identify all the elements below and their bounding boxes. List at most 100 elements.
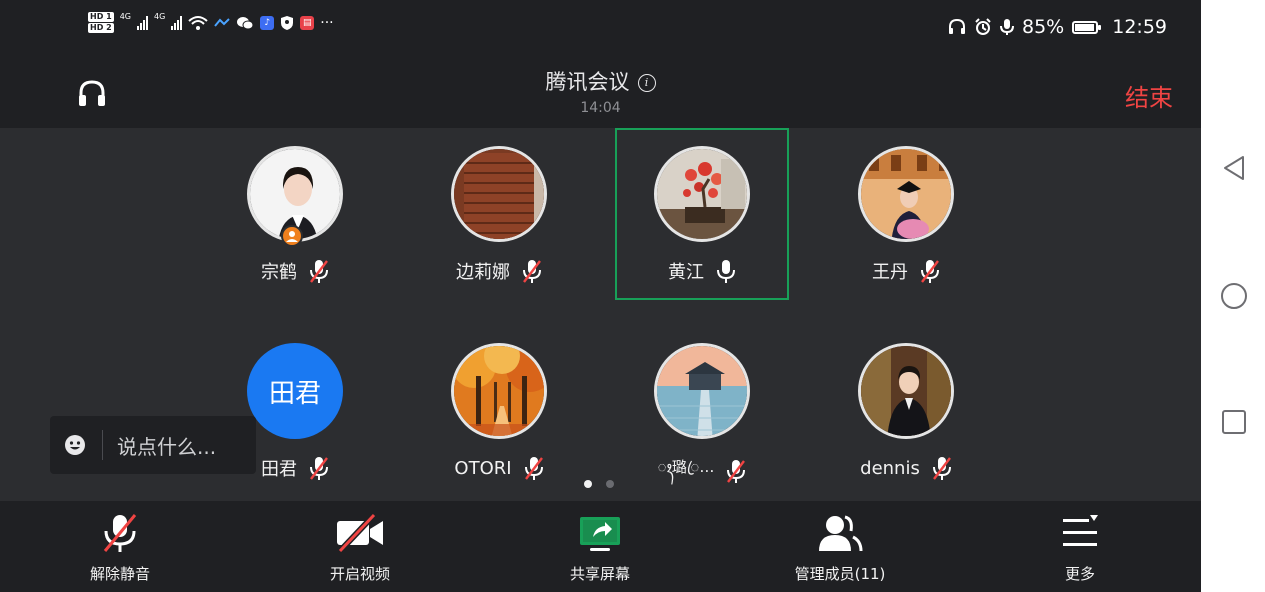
participant-name: ꦃ璐ꦿ… xyxy=(657,458,715,476)
mic-muted-icon xyxy=(921,260,939,283)
meeting-duration: 14:04 xyxy=(580,100,621,116)
network-type-1: 4G xyxy=(119,12,131,21)
start-video-button[interactable]: 开启视频 xyxy=(280,501,440,592)
participant-name: 黄江 xyxy=(668,262,704,283)
mic-muted-icon xyxy=(310,260,328,283)
mic-muted-icon xyxy=(727,459,746,483)
participant-name: 宗鹤 xyxy=(261,262,297,283)
signal-icon xyxy=(136,16,148,30)
participant-tile[interactable]: 宗鹤 xyxy=(208,128,382,300)
participant-name-row: 黄江 xyxy=(615,258,789,284)
status-bar: HD 1 HD 2 4G 4G ♪ ▤ ··· 85% 12:59 xyxy=(0,0,1201,58)
battery-icon xyxy=(1072,20,1102,34)
microphone-icon xyxy=(1000,18,1014,36)
mic-active-icon xyxy=(717,260,735,283)
participant-tile[interactable]: 边莉娜 xyxy=(412,128,586,300)
book-app-icon: ▤ xyxy=(300,16,315,30)
unmute-button[interactable]: 解除静音 xyxy=(40,501,200,592)
top-bar: HD 1 HD 2 4G 4G ♪ ▤ ··· 85% 12:59 腾讯会议 i… xyxy=(0,0,1201,128)
participant-name-row: 王丹 xyxy=(819,258,993,284)
participant-name-row: 宗鹤 xyxy=(208,258,382,284)
unmute-label: 解除静音 xyxy=(89,565,150,583)
autumn-forest-photo xyxy=(454,346,544,436)
participant-tile[interactable]: dennis xyxy=(819,325,993,497)
participant-name-row: 边莉娜 xyxy=(412,258,586,284)
system-nav-bar xyxy=(1201,0,1265,592)
share-screen-label: 共享屏幕 xyxy=(569,565,630,583)
page-indicator[interactable] xyxy=(584,480,614,488)
share-screen-button[interactable]: 共享屏幕 xyxy=(520,501,680,592)
music-app-icon: ♪ xyxy=(260,16,275,30)
status-right: 85% 12:59 xyxy=(948,16,1167,38)
manage-members-label: 管理成员(11) xyxy=(794,565,886,583)
participant-name: 田君 xyxy=(261,459,297,480)
alarm-icon xyxy=(974,18,992,36)
participant-name-row: ꦃ璐ꦿ… xyxy=(615,455,789,486)
nav-recents-button[interactable] xyxy=(1219,407,1249,437)
avatar xyxy=(451,146,547,242)
participant-name-row: dennis xyxy=(819,455,993,481)
video-off-icon xyxy=(337,512,383,554)
start-video-label: 开启视频 xyxy=(329,565,390,583)
mic-muted-icon xyxy=(932,457,951,480)
pier-sunset-photo xyxy=(657,346,747,436)
mic-muted-icon xyxy=(103,514,137,552)
brown-door-photo xyxy=(454,149,544,239)
hd-indicator: HD 1 HD 2 xyxy=(88,12,114,34)
mic-muted-icon xyxy=(310,457,328,480)
home-circle-icon xyxy=(1221,283,1247,309)
share-screen-icon xyxy=(580,517,620,551)
mic-muted-icon xyxy=(524,457,543,480)
nav-back-button[interactable] xyxy=(1219,153,1249,183)
participant-tile[interactable]: OTORI xyxy=(412,325,586,497)
headphone-icon xyxy=(948,18,966,36)
avatar xyxy=(858,146,954,242)
graduate-photo xyxy=(861,149,951,239)
participant-name: 王丹 xyxy=(872,262,908,283)
status-left: HD 1 HD 2 4G 4G ♪ ▤ ··· xyxy=(88,12,334,34)
end-meeting-button[interactable]: 结束 xyxy=(1125,78,1173,113)
page-dot-active xyxy=(584,480,592,488)
mic-muted-icon xyxy=(523,260,541,283)
avatar xyxy=(858,343,954,439)
info-icon[interactable]: i xyxy=(637,74,656,92)
emoji-icon[interactable] xyxy=(64,434,86,456)
shield-icon xyxy=(280,15,294,31)
recents-square-icon xyxy=(1222,410,1246,434)
meeting-title-text: 腾讯会议 xyxy=(545,70,630,94)
battery-percent: 85% xyxy=(1022,16,1065,38)
avatar xyxy=(654,343,750,439)
chat-placeholder: 说点什么... xyxy=(117,434,217,459)
signal-icon xyxy=(171,16,183,30)
bottom-toolbar: 解除静音 开启视频 共享屏幕 管理成员(11) 更多 xyxy=(0,501,1201,592)
participant-name: dennis xyxy=(860,457,920,479)
wifi-icon xyxy=(188,15,208,31)
meeting-screen: HD 1 HD 2 4G 4G ♪ ▤ ··· 85% 12:59 腾讯会议 i… xyxy=(0,0,1201,592)
host-badge-icon xyxy=(281,225,303,247)
participant-tile[interactable]: 王丹 xyxy=(819,128,993,300)
avatar xyxy=(451,343,547,439)
page-dot xyxy=(606,480,614,488)
wechat-icon xyxy=(236,15,254,31)
avatar-initials: 田君 xyxy=(247,343,343,439)
meeting-title[interactable]: 腾讯会议 i xyxy=(0,66,1201,96)
hd1-label: HD 1 xyxy=(88,12,114,22)
nav-home-button[interactable] xyxy=(1219,281,1249,311)
participant-name-row: OTORI xyxy=(412,455,586,481)
network-type-2: 4G xyxy=(153,12,166,21)
participant-tile-active[interactable]: 黄江 xyxy=(615,128,789,300)
chat-divider xyxy=(102,430,103,460)
bonsai-photo xyxy=(657,149,747,239)
avatar xyxy=(654,146,750,242)
manage-members-button[interactable]: 管理成员(11) xyxy=(760,501,920,592)
link-icon xyxy=(214,18,230,28)
chat-input[interactable]: 说点什么... xyxy=(50,416,256,474)
menu-more-icon xyxy=(1063,515,1098,546)
back-triangle-icon xyxy=(1224,156,1244,180)
members-icon xyxy=(819,515,863,552)
man-suit-photo xyxy=(861,346,951,436)
more-label: 更多 xyxy=(1064,565,1095,583)
hd2-label: HD 2 xyxy=(88,23,114,33)
participant-tile[interactable]: ꦃ璐ꦿ… xyxy=(615,325,789,497)
more-button[interactable]: 更多 xyxy=(1000,501,1160,592)
